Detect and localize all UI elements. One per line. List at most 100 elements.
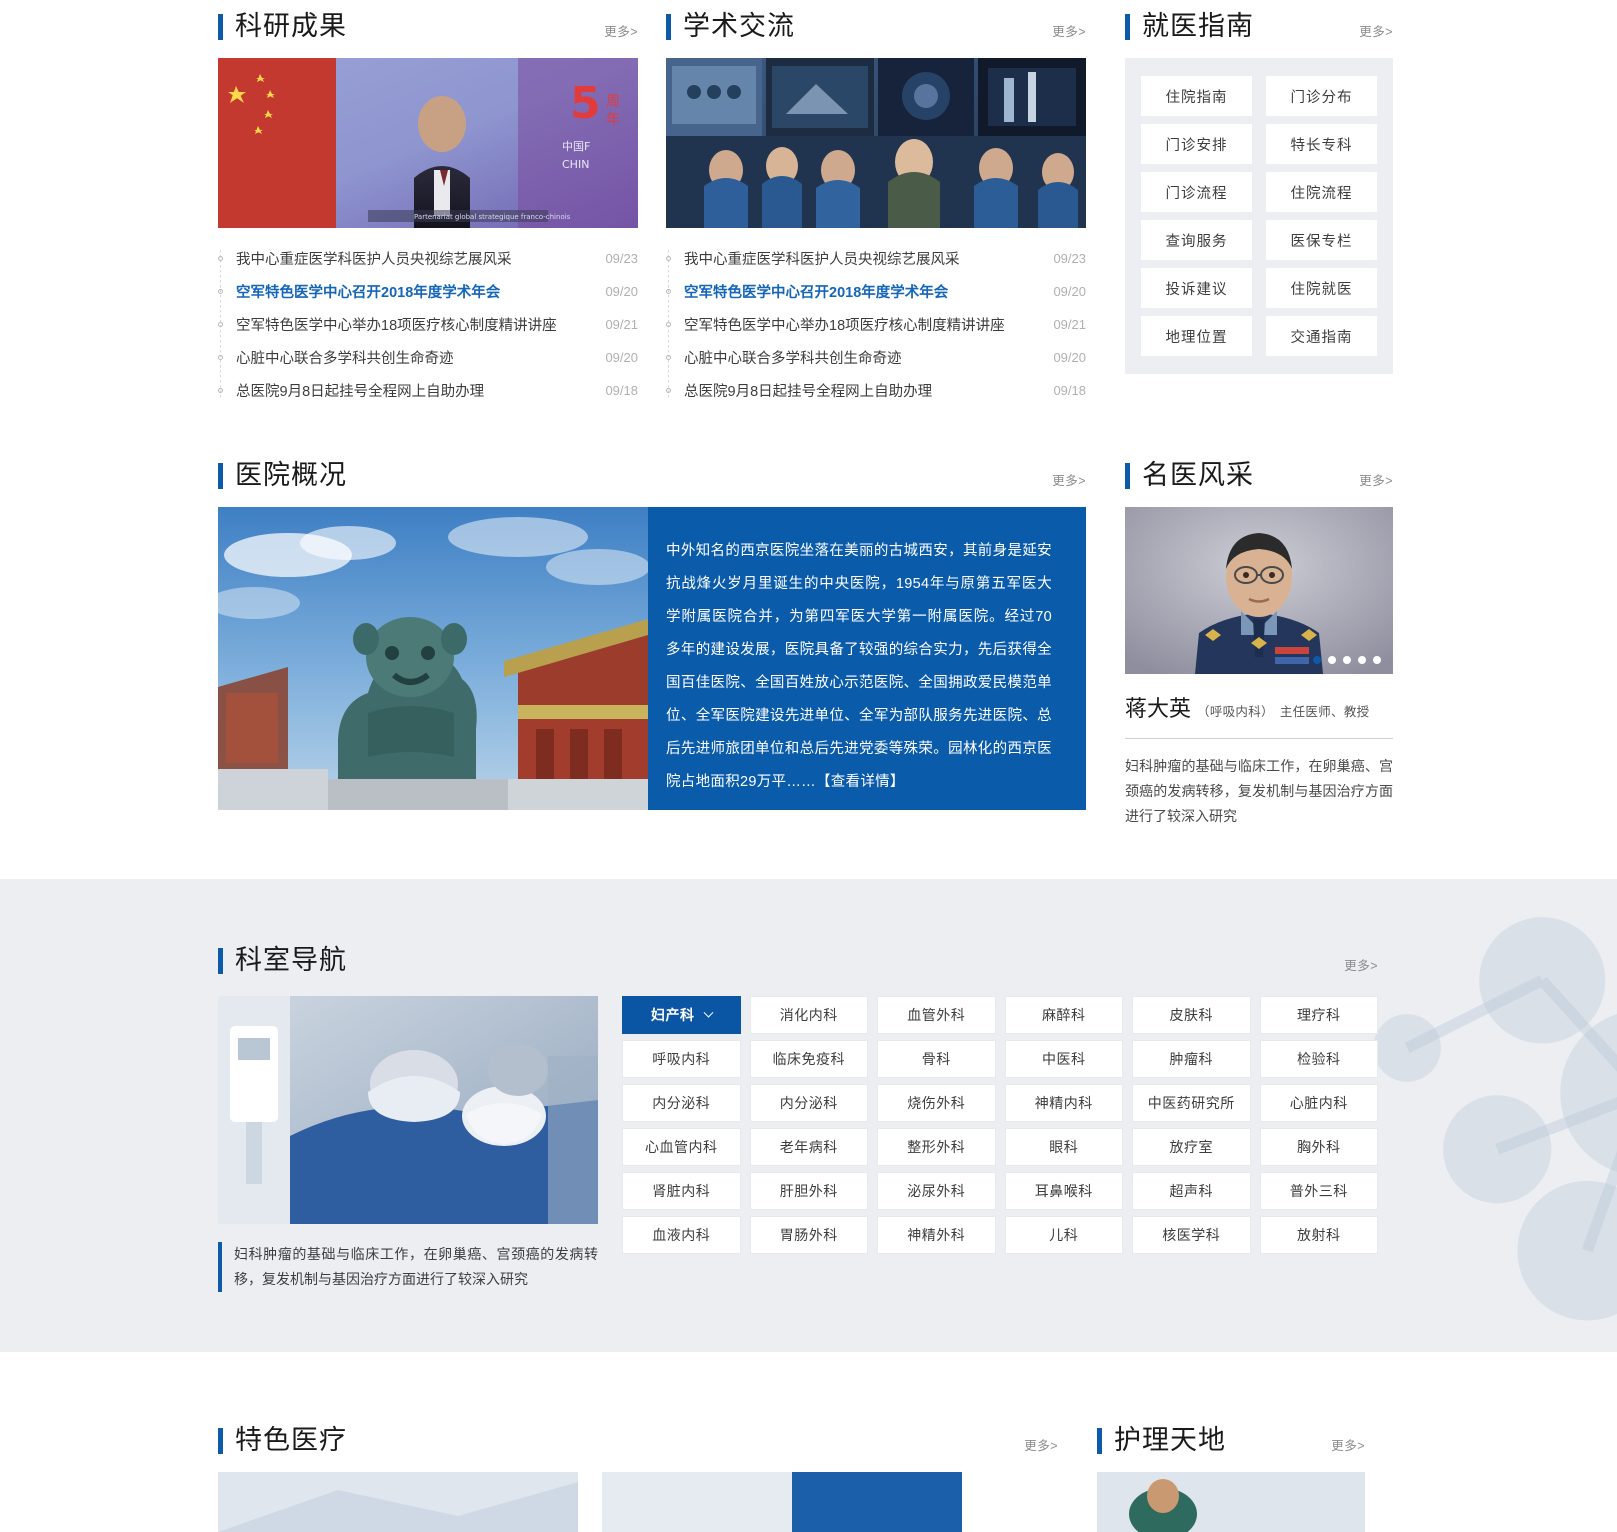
news-item[interactable]: 空军特色医学中心召开2018年度学术年会 09/20	[218, 275, 638, 308]
guide-button-inpatient-guide[interactable]: 住院指南	[1141, 76, 1252, 116]
accent-bar-icon	[1097, 1427, 1102, 1454]
feature-card-art	[218, 1472, 578, 1532]
research-title-group: 科研成果	[218, 13, 347, 40]
department-button[interactable]: 内分泌科	[622, 1084, 741, 1122]
feature-card[interactable]	[602, 1472, 962, 1532]
news-item[interactable]: 总医院9月8日起挂号全程网上自助办理 09/18	[666, 374, 1086, 407]
department-button[interactable]: 整形外科	[877, 1128, 996, 1166]
doctor-heading: 名医风采 更多>	[1125, 449, 1393, 489]
news-item[interactable]: 心脏中心联合多学科共创生命奇迹 09/20	[666, 341, 1086, 374]
nursing-more-link[interactable]: 更多>	[1331, 1435, 1365, 1454]
department-button[interactable]: 普外三科	[1259, 1172, 1378, 1210]
research-heading: 科研成果 更多>	[218, 0, 638, 40]
department-button[interactable]: 放射科	[1259, 1216, 1378, 1254]
research-more-link[interactable]: 更多>	[604, 21, 638, 40]
department-button[interactable]: 中医科	[1004, 1040, 1123, 1078]
department-button[interactable]: 肾脏内科	[622, 1172, 741, 1210]
department-button[interactable]: 检验科	[1259, 1040, 1378, 1078]
department-button[interactable]: 胸外科	[1259, 1128, 1378, 1166]
guide-title: 就医指南	[1142, 11, 1254, 41]
news-item[interactable]: 我中心重症医学科医护人员央视综艺展风采 09/23	[666, 242, 1086, 275]
overview-detail-link[interactable]: 【查看详情】	[816, 774, 905, 790]
department-button[interactable]: 理疗科	[1259, 996, 1378, 1034]
department-button-active[interactable]: 妇产科	[622, 996, 741, 1034]
nursing-card[interactable]	[1097, 1472, 1365, 1532]
news-item[interactable]: 空军特色医学中心召开2018年度学术年会 09/20	[666, 275, 1086, 308]
department-button[interactable]: 胃肠外科	[749, 1216, 868, 1254]
overview-more-link[interactable]: 更多>	[1052, 470, 1086, 489]
department-button[interactable]: 血液内科	[622, 1216, 741, 1254]
guide-more-link[interactable]: 更多>	[1359, 21, 1393, 40]
bullet-icon	[666, 388, 671, 393]
department-button[interactable]: 儿科	[1004, 1216, 1123, 1254]
news-item[interactable]: 心脏中心联合多学科共创生命奇迹 09/20	[218, 341, 638, 374]
department-button[interactable]: 神精外科	[877, 1216, 996, 1254]
department-button[interactable]: 皮肤科	[1132, 996, 1251, 1034]
department-button[interactable]: 老年病科	[749, 1128, 868, 1166]
feature-more-link[interactable]: 更多>	[1024, 1435, 1058, 1454]
news-item-title: 我中心重症医学科医护人员央视综艺展风采	[236, 252, 512, 268]
overview-body: 中外知名的西京医院坐落在美丽的古城西安，其前身是延安抗战烽火岁月里诞生的中央医院…	[666, 543, 1052, 790]
guide-button-outpatient-schedule[interactable]: 门诊安排	[1141, 124, 1252, 164]
guide-button-outpatient-distribution[interactable]: 门诊分布	[1266, 76, 1377, 116]
feature-card[interactable]	[218, 1472, 578, 1532]
department-button[interactable]: 麻醉科	[1004, 996, 1123, 1034]
guide-button-outpatient-process[interactable]: 门诊流程	[1141, 172, 1252, 212]
guide-button-query-service[interactable]: 查询服务	[1141, 220, 1252, 260]
academic-column: 学术交流 更多> 我中心重症医学科医护人员央视综艺展风采 09/23 空军特色医…	[666, 0, 1086, 407]
academic-more-link[interactable]: 更多>	[1052, 21, 1086, 40]
department-button[interactable]: 心脏内科	[1259, 1084, 1378, 1122]
department-button[interactable]: 内分泌科	[749, 1084, 868, 1122]
svg-text:周: 周	[606, 94, 620, 110]
department-button[interactable]: 肿瘤科	[1132, 1040, 1251, 1078]
research-column: 科研成果 更多> 5 周 年 中国F CHIN Partenariat glob…	[218, 0, 638, 407]
news-item[interactable]: 总医院9月8日起挂号全程网上自助办理 09/18	[218, 374, 638, 407]
carousel-dot[interactable]	[1358, 656, 1366, 664]
department-button[interactable]: 放疗室	[1132, 1128, 1251, 1166]
guide-button-complaints[interactable]: 投诉建议	[1141, 268, 1252, 308]
department-button[interactable]: 耳鼻喉科	[1004, 1172, 1123, 1210]
department-button[interactable]: 烧伤外科	[877, 1084, 996, 1122]
guide-button-location[interactable]: 地理位置	[1141, 316, 1252, 356]
academic-photo[interactable]	[666, 58, 1086, 228]
guide-button-inpatient-process[interactable]: 住院流程	[1266, 172, 1377, 212]
carousel-dot[interactable]	[1373, 656, 1381, 664]
news-item[interactable]: 空军特色医学中心举办18项医疗核心制度精讲讲座 09/21	[666, 308, 1086, 341]
department-button[interactable]: 心血管内科	[622, 1128, 741, 1166]
department-button[interactable]: 神精内科	[1004, 1084, 1123, 1122]
department-button[interactable]: 血管外科	[877, 996, 996, 1034]
department-button[interactable]: 核医学科	[1132, 1216, 1251, 1254]
department-button[interactable]: 泌尿外科	[877, 1172, 996, 1210]
guide-button-inpatient-visit[interactable]: 住院就医	[1266, 268, 1377, 308]
department-button[interactable]: 临床免疫科	[749, 1040, 868, 1078]
guide-button-grid: 住院指南 门诊分布 门诊安排 特长专科 门诊流程 住院流程 查询服务 医保专栏 …	[1125, 58, 1393, 374]
overview-title-group: 医院概况	[218, 462, 347, 489]
doctor-portrait[interactable]	[1125, 507, 1393, 674]
chevron-down-icon	[703, 1007, 713, 1018]
department-button[interactable]: 肝胆外科	[749, 1172, 868, 1210]
department-photo[interactable]	[218, 996, 598, 1224]
department-button[interactable]: 眼科	[1004, 1128, 1123, 1166]
guide-button-specialty-clinic[interactable]: 特长专科	[1266, 124, 1377, 164]
department-button[interactable]: 中医药研究所	[1132, 1084, 1251, 1122]
surgery-photo-art	[218, 996, 598, 1224]
guide-button-transport[interactable]: 交通指南	[1266, 316, 1377, 356]
department-button[interactable]: 超声科	[1132, 1172, 1251, 1210]
department-button[interactable]: 呼吸内科	[622, 1040, 741, 1078]
guide-button-insurance-column[interactable]: 医保专栏	[1266, 220, 1377, 260]
news-item-date: 09/23	[605, 251, 638, 266]
nursing-title-group: 护理天地	[1097, 1427, 1226, 1454]
carousel-dots[interactable]	[1313, 656, 1381, 664]
department-button[interactable]: 骨科	[877, 1040, 996, 1078]
research-photo[interactable]: 5 周 年 中国F CHIN Partenariat global strate…	[218, 58, 638, 228]
department-button[interactable]: 消化内科	[749, 996, 868, 1034]
news-item[interactable]: 我中心重症医学科医护人员央视综艺展风采 09/23	[218, 242, 638, 275]
nursing-card-art	[1097, 1472, 1365, 1532]
doctor-more-link[interactable]: 更多>	[1359, 470, 1393, 489]
department-more-link[interactable]: 更多>	[1344, 955, 1378, 974]
news-item-date: 09/20	[1053, 350, 1086, 365]
carousel-dot[interactable]	[1328, 656, 1336, 664]
news-item[interactable]: 空军特色医学中心举办18项医疗核心制度精讲讲座 09/21	[218, 308, 638, 341]
carousel-dot[interactable]	[1343, 656, 1351, 664]
carousel-dot-active[interactable]	[1313, 656, 1321, 664]
